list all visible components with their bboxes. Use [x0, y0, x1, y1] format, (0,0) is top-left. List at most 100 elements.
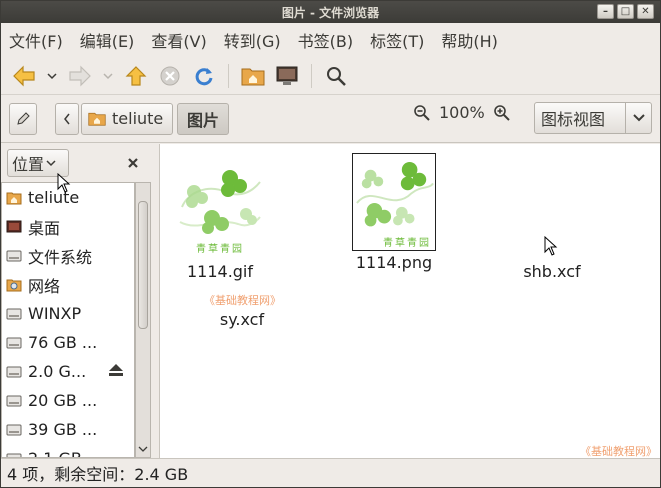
thumbnail-caption: 青草青园 [196, 244, 244, 255]
drive-icon [6, 424, 22, 435]
network-icon [6, 279, 22, 291]
sidebar-item-label: teliute [28, 188, 80, 207]
home-folder-icon [88, 112, 106, 126]
file-name: 1114.png [355, 253, 433, 272]
sidebar-item-network[interactable]: 网络 [2, 270, 134, 299]
menu-help[interactable]: 帮助(H) [441, 28, 498, 52]
title-bar[interactable]: 图片 - 文件浏览器 – □ ✕ [1, 1, 660, 23]
sidebar-item-winxp[interactable]: WINXP [2, 299, 134, 328]
menu-edit[interactable]: 编辑(E) [80, 28, 135, 52]
sidebar-item-39gb[interactable]: 39 GB ... [2, 415, 134, 444]
sidebar-close-button[interactable] [127, 154, 139, 173]
drive-icon [6, 366, 22, 377]
minimize-button[interactable]: – [597, 4, 614, 19]
chevron-left-icon [64, 113, 70, 124]
sidebar-item-2-1gb[interactable]: 2.1 GB [2, 444, 134, 457]
thumbnail-caption: 青草青园 [383, 238, 431, 249]
mouse-pointer-icon [544, 236, 558, 256]
home-button[interactable] [240, 63, 266, 89]
stop-icon [160, 66, 180, 85]
view-mode-dropdown[interactable] [625, 103, 651, 133]
file-view[interactable]: 青草青园 1114.gif 青草青园 1114.png shb.xcf 《基础教… [159, 144, 660, 458]
close-icon [128, 158, 138, 168]
view-mode-select[interactable]: 图标视图 [534, 102, 652, 134]
toolbar [1, 57, 660, 95]
sidebar-type-label: 位置 [12, 155, 45, 174]
reload-button[interactable] [191, 63, 217, 89]
file-item[interactable]: 青草青园 1114.png [334, 153, 454, 272]
menu-view[interactable]: 查看(V) [151, 28, 206, 52]
breadcrumb-current[interactable]: 图片 [177, 102, 229, 135]
places-list: teliute 桌面 文件系统 网络 WINXP 76 GB ... 2.0 G… [1, 182, 135, 458]
home-folder-icon [6, 192, 22, 204]
watermark-text: 《基础教程网》 [204, 294, 281, 307]
desktop-icon [6, 220, 22, 232]
up-arrow-icon [125, 65, 147, 86]
menu-file[interactable]: 文件(F) [9, 28, 63, 52]
up-button[interactable] [123, 63, 149, 89]
toolbar-separator [228, 63, 229, 88]
file-item[interactable]: 青草青园 1114.gif [160, 162, 280, 281]
chevron-down-icon[interactable] [138, 445, 148, 453]
breadcrumb-home[interactable]: teliute [81, 102, 173, 135]
scrollbar-thumb[interactable] [138, 201, 148, 329]
home-folder-icon [241, 68, 265, 85]
sidebar-item-label: WINXP [28, 304, 82, 323]
chevron-down-icon [46, 160, 56, 167]
file-name: sy.xcf [219, 310, 265, 329]
zoom-level[interactable]: 100% [439, 103, 485, 122]
drive-icon [6, 308, 22, 319]
zoom-out-icon[interactable] [413, 104, 431, 122]
sidebar-item-2gb[interactable]: 2.0 G... [2, 357, 134, 386]
status-text: 4 项，剩余空间：2.4 GB [7, 465, 189, 484]
reload-icon [195, 67, 213, 85]
menu-bookmarks[interactable]: 书签(B) [298, 28, 353, 52]
search-icon [327, 66, 346, 86]
sidebar-item-76gb[interactable]: 76 GB ... [2, 328, 134, 357]
close-button[interactable]: ✕ [637, 4, 654, 19]
file-thumbnail: 青草青园 [178, 162, 262, 260]
file-name: shb.xcf [523, 262, 581, 281]
menu-go[interactable]: 转到(G) [224, 28, 281, 52]
eject-icon[interactable] [108, 363, 124, 377]
file-item[interactable]: sy.xcf [182, 308, 302, 329]
menu-tabs[interactable]: 标签(T) [370, 28, 424, 52]
zoom-control: 100% [413, 103, 511, 122]
sidebar-item-label: 2.1 GB [28, 449, 82, 457]
chevron-down-icon [632, 114, 645, 122]
breadcrumb-scroll-left-button[interactable] [55, 102, 79, 135]
search-button[interactable] [323, 63, 349, 89]
forward-button[interactable] [67, 63, 93, 89]
sidebar-item-desktop[interactable]: 桌面 [2, 212, 134, 241]
sidebar-scrollbar[interactable] [135, 182, 151, 458]
sidebar-item-label: 20 GB ... [28, 391, 98, 410]
drive-icon [6, 250, 22, 261]
status-bar: 4 项，剩余空间：2.4 GB [1, 458, 660, 487]
menu-bar: 文件(F) 编辑(E) 查看(V) 转到(G) 书签(B) 标签(T) 帮助(H… [1, 23, 660, 57]
zoom-in-icon[interactable] [493, 104, 511, 122]
sidebar-header: 位置 [1, 144, 153, 182]
file-browser-window: 图片 - 文件浏览器 – □ ✕ 文件(F) 编辑(E) 查看(V) 转到(G)… [0, 0, 661, 488]
sidebar-item-label: 39 GB ... [28, 420, 98, 439]
toggle-location-entry-button[interactable] [9, 102, 37, 135]
sidebar-item-20gb[interactable]: 20 GB ... [2, 386, 134, 415]
window-title: 图片 - 文件浏览器 [281, 5, 380, 20]
back-history-dropdown[interactable] [45, 63, 59, 89]
mouse-pointer-icon [57, 173, 71, 193]
sidebar-item-filesystem[interactable]: 文件系统 [2, 241, 134, 270]
maximize-button[interactable]: □ [617, 4, 634, 19]
back-button[interactable] [11, 63, 37, 89]
drive-icon [6, 395, 22, 406]
file-thumbnail: 青草青园 [352, 153, 436, 251]
sidebar: 位置 teliute 桌面 文件系统 网络 WINXP 76 GB ... 2.… [1, 144, 153, 458]
stop-button[interactable] [157, 63, 183, 89]
computer-button[interactable] [274, 63, 300, 89]
file-name: 1114.gif [186, 262, 254, 281]
back-arrow-icon [13, 65, 35, 86]
file-item[interactable]: shb.xcf [492, 162, 612, 281]
sidebar-item-label: 76 GB ... [28, 333, 98, 352]
pencil-icon [17, 111, 30, 125]
forward-history-dropdown[interactable] [101, 63, 115, 89]
sidebar-item-label: 桌面 [28, 218, 61, 238]
chevron-down-icon [47, 72, 57, 79]
